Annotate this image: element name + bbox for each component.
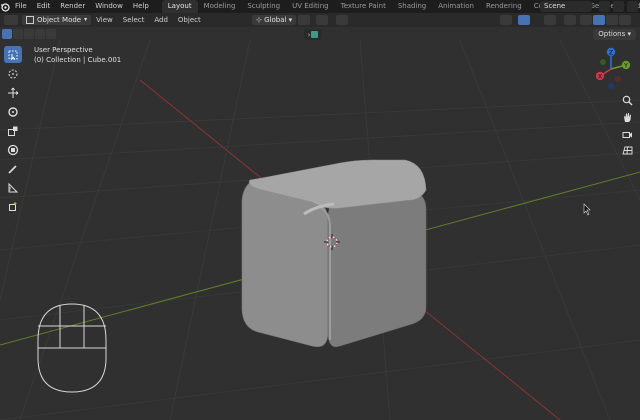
header-menu-view[interactable]: View bbox=[91, 13, 118, 27]
scene-selector[interactable]: Scene bbox=[540, 1, 592, 12]
shading-material-icon[interactable] bbox=[606, 15, 618, 25]
orientation-label: Global bbox=[264, 16, 287, 24]
view-layer-icon[interactable] bbox=[599, 1, 610, 12]
select-new-icon[interactable] bbox=[2, 29, 12, 39]
header-menu-add[interactable]: Add bbox=[149, 13, 173, 27]
gizmo-y-label: Y bbox=[623, 62, 628, 69]
options-button[interactable]: Options ▾ bbox=[593, 29, 636, 40]
select-mode-buttons bbox=[2, 29, 56, 40]
add-cube-icon[interactable] bbox=[4, 198, 22, 215]
header-menu-object[interactable]: Object bbox=[173, 13, 206, 27]
tab-animation[interactable]: Animation bbox=[432, 0, 480, 13]
shading-rendered-icon[interactable] bbox=[619, 15, 631, 25]
tab-shading[interactable]: Shading bbox=[392, 0, 432, 13]
select-subtract-icon[interactable] bbox=[24, 29, 34, 39]
orientation-icon: ⊹ bbox=[256, 16, 265, 24]
pivot-icon[interactable] bbox=[298, 15, 310, 25]
menu-edit[interactable]: Edit bbox=[32, 0, 56, 13]
zoom-icon[interactable] bbox=[619, 92, 635, 108]
tab-sculpting[interactable]: Sculpting bbox=[241, 0, 286, 13]
select-box-icon[interactable] bbox=[4, 46, 22, 63]
view-layer-close-icon[interactable] bbox=[627, 1, 638, 12]
annotate-icon[interactable] bbox=[4, 160, 22, 177]
cursor-icon[interactable] bbox=[4, 65, 22, 82]
pan-hand-icon[interactable] bbox=[619, 109, 635, 125]
menu-render[interactable]: Render bbox=[55, 0, 90, 13]
gizmo-z-label: Z bbox=[609, 49, 613, 56]
viewport-3d[interactable] bbox=[0, 40, 640, 420]
select-intersect-icon[interactable] bbox=[46, 29, 56, 39]
xray-icon[interactable] bbox=[564, 15, 576, 25]
options-label: Options bbox=[598, 30, 626, 38]
editor-type-icon[interactable] bbox=[4, 15, 18, 25]
overlays-icon[interactable] bbox=[544, 15, 556, 25]
visibility-icon[interactable] bbox=[500, 15, 512, 25]
select-invert-icon[interactable] bbox=[35, 29, 45, 39]
view-layer-controls bbox=[599, 1, 638, 12]
shading-wireframe-icon[interactable] bbox=[580, 15, 592, 25]
tab-rendering[interactable]: Rendering bbox=[480, 0, 528, 13]
navigation-gizmo[interactable]: Z Y X bbox=[588, 46, 634, 92]
menu-help[interactable]: Help bbox=[128, 0, 154, 13]
rotate-icon[interactable] bbox=[4, 103, 22, 120]
chevron-down-icon: ▾ bbox=[84, 16, 88, 23]
object-color-icon bbox=[311, 31, 319, 38]
scene-name: Scene bbox=[544, 2, 566, 10]
tab-uv-editing[interactable]: UV Editing bbox=[286, 0, 335, 13]
mode-label: Object Mode bbox=[37, 16, 82, 24]
tab-layout[interactable]: Layout bbox=[161, 0, 198, 13]
gizmo-toggle-icon[interactable] bbox=[518, 15, 530, 25]
mode-select[interactable]: Object Mode ▾ bbox=[22, 15, 92, 25]
camera-icon[interactable] bbox=[619, 126, 635, 142]
transform-icon[interactable] bbox=[4, 141, 22, 158]
tool-shelf bbox=[4, 46, 22, 217]
header-collapse-tab[interactable]: › bbox=[304, 29, 322, 40]
scale-icon[interactable] bbox=[4, 122, 22, 139]
chevron-right-icon: › bbox=[307, 30, 311, 39]
menu-window[interactable]: Window bbox=[90, 0, 128, 13]
measure-icon[interactable] bbox=[4, 179, 22, 196]
proportional-edit-icon[interactable] bbox=[336, 15, 348, 25]
gizmo-x-label: X bbox=[598, 73, 602, 80]
top-bar: File Edit Render Window Help Layout Mode… bbox=[0, 0, 640, 13]
snap-icon[interactable] bbox=[316, 15, 328, 25]
perspective-label: User Perspective bbox=[34, 46, 93, 54]
transform-orientation-select[interactable]: ⊹ Global ▾ bbox=[252, 15, 297, 25]
grid-icon[interactable] bbox=[619, 142, 635, 158]
tab-modeling[interactable]: Modeling bbox=[198, 0, 242, 13]
select-extend-icon[interactable] bbox=[13, 29, 23, 39]
cube-mesh[interactable] bbox=[241, 159, 427, 347]
header-menu-select[interactable]: Select bbox=[118, 13, 150, 27]
shading-solid-icon[interactable] bbox=[593, 15, 605, 25]
viewport-header: Object Mode ▾ View Select Add Object ⊹ G… bbox=[0, 13, 640, 27]
tab-texture-paint[interactable]: Texture Paint bbox=[335, 0, 392, 13]
blender-logo-icon[interactable] bbox=[0, 0, 10, 13]
object-mode-icon bbox=[26, 16, 34, 24]
menu-file[interactable]: File bbox=[10, 0, 32, 13]
view-layer-copy-icon[interactable] bbox=[613, 1, 624, 12]
move-icon[interactable] bbox=[4, 84, 22, 101]
collection-label: (0) Collection | Cube.001 bbox=[34, 56, 122, 64]
